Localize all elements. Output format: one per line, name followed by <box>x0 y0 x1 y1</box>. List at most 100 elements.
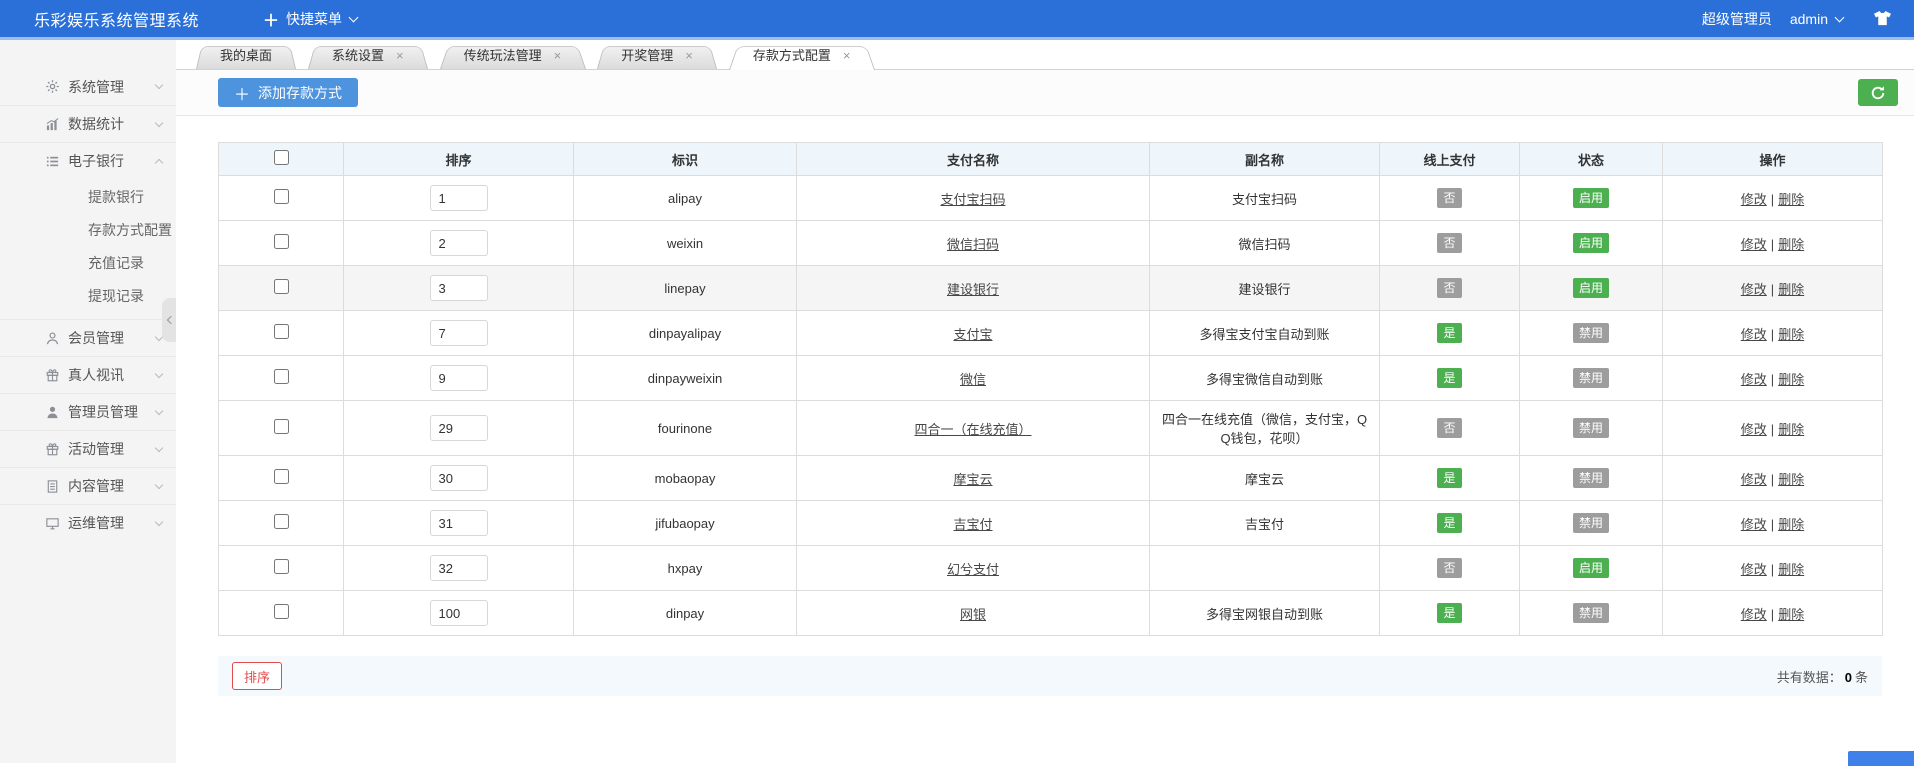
sidebar-subitem[interactable]: 充值记录 <box>0 247 176 280</box>
row-checkbox[interactable] <box>274 514 289 529</box>
row-checkbox[interactable] <box>274 469 289 484</box>
payment-name-link[interactable]: 微信扫码 <box>947 237 999 252</box>
sort-order-input[interactable] <box>430 365 488 391</box>
row-checkbox[interactable] <box>274 559 289 574</box>
delete-link[interactable]: 删除 <box>1778 282 1804 297</box>
sort-order-input[interactable] <box>430 555 488 581</box>
close-icon[interactable]: × <box>843 48 851 63</box>
edit-link[interactable]: 修改 <box>1741 562 1767 577</box>
sort-button[interactable]: 排序 <box>232 662 282 690</box>
payment-name-link[interactable]: 支付宝扫码 <box>940 192 1005 207</box>
sort-order-input[interactable] <box>430 320 488 346</box>
row-checkbox[interactable] <box>274 419 289 434</box>
sort-order-input[interactable] <box>430 510 488 536</box>
delete-link[interactable]: 删除 <box>1778 472 1804 487</box>
quick-menu-button[interactable]: ＋ 快捷菜单 <box>263 7 357 31</box>
edit-link[interactable]: 修改 <box>1741 282 1767 297</box>
sidebar-item-gift[interactable]: 活动管理 <box>0 430 176 467</box>
row-checkbox[interactable] <box>274 324 289 339</box>
online-payment-badge: 否 <box>1437 558 1461 578</box>
edit-link[interactable]: 修改 <box>1741 607 1767 622</box>
user-icon <box>44 330 60 346</box>
sidebar-collapse-handle[interactable] <box>162 298 176 342</box>
delete-link[interactable]: 删除 <box>1778 192 1804 207</box>
delete-link[interactable]: 删除 <box>1778 607 1804 622</box>
sidebar-item-chart[interactable]: 数据统计 <box>0 105 176 142</box>
tab[interactable]: 开奖管理× <box>597 43 717 69</box>
delete-link[interactable]: 删除 <box>1778 562 1804 577</box>
edit-link[interactable]: 修改 <box>1741 472 1767 487</box>
row-checkbox[interactable] <box>274 369 289 384</box>
delete-link[interactable]: 删除 <box>1778 372 1804 387</box>
sort-order-input[interactable] <box>430 600 488 626</box>
status-badge: 禁用 <box>1573 603 1609 623</box>
user-menu-button[interactable]: admin <box>1790 11 1843 27</box>
payment-name-link[interactable]: 幻兮支付 <box>947 562 999 577</box>
sidebar-item-user[interactable]: 会员管理 <box>0 319 176 356</box>
sidebar-item-list[interactable]: 电子银行 <box>0 142 176 179</box>
add-deposit-method-button[interactable]: ＋ 添加存款方式 <box>218 78 358 107</box>
sidebar-subitem[interactable]: 提款银行 <box>0 181 176 214</box>
payment-name-link[interactable]: 建设银行 <box>947 282 999 297</box>
tab[interactable]: 系统设置× <box>308 43 428 69</box>
close-icon[interactable]: × <box>685 48 693 63</box>
row-checkbox[interactable] <box>274 234 289 249</box>
payment-name-link[interactable]: 摩宝云 <box>953 472 992 487</box>
delete-link[interactable]: 删除 <box>1778 517 1804 532</box>
sidebar-item-gear[interactable]: 系统管理 <box>0 68 176 105</box>
close-icon[interactable]: × <box>554 48 562 63</box>
sort-order-input[interactable] <box>430 415 488 441</box>
online-payment-badge: 否 <box>1437 418 1461 438</box>
close-icon[interactable]: × <box>396 48 404 63</box>
edit-link[interactable]: 修改 <box>1741 192 1767 207</box>
payment-name-link[interactable]: 支付宝 <box>953 327 992 342</box>
table-row: linepay建设银行建设银行否启用修改|删除 <box>219 266 1883 311</box>
table-row: weixin微信扫码微信扫码否启用修改|删除 <box>219 221 1883 266</box>
payment-subname: 微信扫码 <box>1150 221 1380 266</box>
sidebar-item-admin[interactable]: 管理员管理 <box>0 393 176 430</box>
gift-icon <box>44 367 60 383</box>
sidebar-subitem[interactable]: 提现记录 <box>0 280 176 313</box>
online-payment-badge: 是 <box>1437 513 1461 533</box>
sidebar-item-label: 真人视讯 <box>68 365 148 385</box>
row-checkbox[interactable] <box>274 279 289 294</box>
delete-link[interactable]: 删除 <box>1778 327 1804 342</box>
sidebar-item-gift[interactable]: 真人视讯 <box>0 356 176 393</box>
online-payment-badge: 否 <box>1437 233 1461 253</box>
refresh-button[interactable] <box>1858 79 1898 106</box>
payment-name-link[interactable]: 四合一（在线充值） <box>914 422 1031 437</box>
sort-order-input[interactable] <box>430 230 488 256</box>
row-checkbox[interactable] <box>274 189 289 204</box>
sidebar-item-label: 电子银行 <box>68 151 148 171</box>
payment-subname: 摩宝云 <box>1150 456 1380 501</box>
online-payment-badge: 否 <box>1437 278 1461 298</box>
row-checkbox[interactable] <box>274 604 289 619</box>
payment-name-link[interactable]: 网银 <box>960 607 986 622</box>
tab[interactable]: 传统玩法管理× <box>440 43 586 69</box>
top-bar: 乐彩娱乐系统管理系统 ＋ 快捷菜单 超级管理员 admin <box>0 0 1914 40</box>
delete-link[interactable]: 删除 <box>1778 237 1804 252</box>
sort-order-input[interactable] <box>430 465 488 491</box>
payment-name-link[interactable]: 吉宝付 <box>953 517 992 532</box>
edit-link[interactable]: 修改 <box>1741 372 1767 387</box>
payment-name-link[interactable]: 微信 <box>960 372 986 387</box>
sort-order-input[interactable] <box>430 185 488 211</box>
tab-active[interactable]: 存款方式配置× <box>729 43 875 69</box>
edit-link[interactable]: 修改 <box>1741 237 1767 252</box>
sidebar-subitem[interactable]: 存款方式配置 <box>0 214 176 247</box>
table-row: dinpayweixin微信多得宝微信自动到账是禁用修改|删除 <box>219 356 1883 401</box>
sidebar-item-ops[interactable]: 运维管理 <box>0 504 176 541</box>
sort-order-input[interactable] <box>430 275 488 301</box>
action-separator: | <box>1771 562 1774 577</box>
edit-link[interactable]: 修改 <box>1741 327 1767 342</box>
sidebar-item-doc[interactable]: 内容管理 <box>0 467 176 504</box>
delete-link[interactable]: 删除 <box>1778 422 1804 437</box>
edit-link[interactable]: 修改 <box>1741 517 1767 532</box>
payment-code: dinpayalipay <box>574 311 797 356</box>
tab[interactable]: 我的桌面 <box>196 43 296 69</box>
select-all-checkbox[interactable] <box>274 150 289 165</box>
edit-link[interactable]: 修改 <box>1741 422 1767 437</box>
theme-skin-icon[interactable] <box>1873 10 1892 27</box>
username: admin <box>1790 11 1828 27</box>
table-row: mobaopay摩宝云摩宝云是禁用修改|删除 <box>219 456 1883 501</box>
